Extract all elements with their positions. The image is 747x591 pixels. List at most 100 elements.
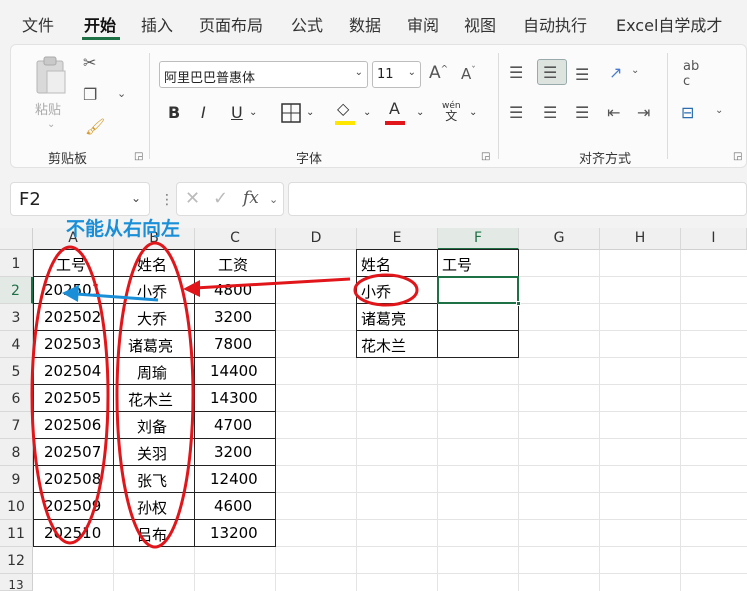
cut-icon[interactable]: ✂ bbox=[83, 53, 96, 72]
cell-c6[interactable]: 14300 bbox=[210, 389, 258, 407]
cell-b1[interactable]: 姓名 bbox=[137, 254, 167, 275]
column-header-f[interactable]: F bbox=[438, 228, 519, 250]
dialog-launcher-icon[interactable]: ◲ bbox=[733, 151, 742, 162]
row-header-5[interactable]: 5 bbox=[0, 358, 33, 385]
row-header-13[interactable]: 13 bbox=[0, 574, 33, 591]
cell-e4[interactable]: 花木兰 bbox=[361, 335, 406, 356]
paste-label[interactable]: 粘贴 bbox=[35, 99, 61, 118]
chevron-down-icon[interactable]: ⌄ bbox=[363, 107, 371, 118]
menu-insert[interactable]: 插入 bbox=[141, 12, 173, 36]
cell-b6[interactable]: 花木兰 bbox=[128, 389, 173, 410]
font-name-select[interactable]: 阿里巴巴普惠体 ⌄ bbox=[159, 61, 368, 88]
menu-view[interactable]: 视图 bbox=[464, 12, 496, 36]
menu-review[interactable]: 审阅 bbox=[407, 12, 439, 36]
row-header-8[interactable]: 8 bbox=[0, 439, 33, 466]
chevron-down-icon[interactable]: ⌄ bbox=[715, 105, 723, 116]
cell-b7[interactable]: 刘备 bbox=[137, 416, 167, 437]
cell-c11[interactable]: 13200 bbox=[210, 524, 258, 542]
copy-icon[interactable]: ❐ bbox=[83, 85, 97, 104]
column-header-h[interactable]: H bbox=[600, 228, 681, 250]
cell-b2[interactable]: 小乔 bbox=[137, 281, 167, 302]
paste-icon[interactable] bbox=[33, 55, 69, 95]
increase-font-icon[interactable]: A^ bbox=[429, 63, 448, 83]
bold-icon[interactable]: B bbox=[168, 103, 180, 122]
chevron-down-icon[interactable]: ⌄ bbox=[631, 65, 639, 76]
fill-color-icon[interactable]: ◇ bbox=[337, 99, 349, 118]
cell-c4[interactable]: 7800 bbox=[214, 335, 252, 353]
decrease-indent-icon[interactable]: ⇤ bbox=[607, 103, 620, 122]
align-bottom-icon[interactable]: ☰ bbox=[575, 65, 589, 84]
cell-e2[interactable]: 小乔 bbox=[361, 281, 391, 302]
column-header-c[interactable]: C bbox=[195, 228, 276, 250]
chevron-down-icon[interactable]: ⌄ bbox=[117, 87, 126, 100]
row-header-1[interactable]: 1 bbox=[0, 250, 33, 277]
font-size-select[interactable]: 11 ⌄ bbox=[372, 61, 421, 88]
menu-data[interactable]: 数据 bbox=[349, 12, 381, 36]
orientation-icon[interactable]: ↗ bbox=[609, 63, 622, 82]
cell-a11[interactable]: 202510 bbox=[44, 524, 101, 542]
cell-b5[interactable]: 周瑜 bbox=[137, 362, 167, 383]
cell-a5[interactable]: 202504 bbox=[44, 362, 101, 380]
merge-cells-icon[interactable]: ⊟ bbox=[681, 103, 694, 122]
wrap-text-icon[interactable]: ab c bbox=[683, 59, 699, 89]
align-top-icon[interactable]: ☰ bbox=[509, 63, 523, 82]
cell-c2[interactable]: 4800 bbox=[214, 281, 252, 299]
cell-e1[interactable]: 姓名 bbox=[361, 254, 391, 275]
fill-handle[interactable] bbox=[516, 301, 521, 306]
menu-file[interactable]: 文件 bbox=[22, 12, 54, 36]
select-all-corner[interactable] bbox=[0, 228, 33, 250]
row-header-10[interactable]: 10 bbox=[0, 493, 33, 520]
column-header-d[interactable]: D bbox=[276, 228, 357, 250]
more-options-icon[interactable]: ⋮ bbox=[160, 192, 174, 208]
chevron-down-icon[interactable]: ⌄ bbox=[306, 107, 314, 118]
formula-input[interactable] bbox=[288, 182, 747, 216]
chevron-down-icon[interactable]: ⌄ bbox=[249, 107, 257, 118]
cell-a4[interactable]: 202503 bbox=[44, 335, 101, 353]
format-painter-icon[interactable]: 🖌 bbox=[85, 117, 105, 136]
cell-c5[interactable]: 14400 bbox=[210, 362, 258, 380]
font-color-icon[interactable]: A bbox=[389, 99, 400, 118]
phonetic-icon[interactable]: wén 文 bbox=[442, 101, 461, 123]
name-box[interactable]: F2 ⌄ bbox=[10, 182, 150, 216]
dialog-launcher-icon[interactable]: ◲ bbox=[134, 151, 143, 162]
cell-b10[interactable]: 孙权 bbox=[137, 497, 167, 518]
chevron-down-icon[interactable]: ⌄ bbox=[47, 119, 55, 130]
chevron-down-icon[interactable]: ⌄ bbox=[469, 107, 477, 118]
row-header-12[interactable]: 12 bbox=[0, 547, 33, 574]
dialog-launcher-icon[interactable]: ◲ bbox=[481, 151, 490, 162]
cell-c10[interactable]: 4600 bbox=[214, 497, 252, 515]
cell-b11[interactable]: 吕布 bbox=[137, 524, 167, 545]
cell-c7[interactable]: 4700 bbox=[214, 416, 252, 434]
column-header-g[interactable]: G bbox=[519, 228, 600, 250]
italic-icon[interactable]: I bbox=[201, 103, 206, 122]
cell-e3[interactable]: 诸葛亮 bbox=[361, 308, 406, 329]
chevron-down-icon[interactable]: ⌄ bbox=[269, 193, 278, 206]
cell-b4[interactable]: 诸葛亮 bbox=[128, 335, 173, 356]
menu-page-layout[interactable]: 页面布局 bbox=[199, 12, 263, 36]
column-header-e[interactable]: E bbox=[357, 228, 438, 250]
align-center-icon[interactable]: ☰ bbox=[543, 103, 557, 122]
underline-icon[interactable]: U bbox=[231, 103, 243, 122]
confirm-icon[interactable]: ✓ bbox=[213, 188, 228, 209]
borders-icon[interactable] bbox=[281, 103, 301, 123]
menu-home[interactable]: 开始 bbox=[84, 12, 116, 36]
cell-b8[interactable]: 关羽 bbox=[137, 443, 167, 464]
chevron-down-icon[interactable]: ⌄ bbox=[131, 191, 141, 205]
row-header-9[interactable]: 9 bbox=[0, 466, 33, 493]
align-middle-icon[interactable]: ☰ bbox=[543, 63, 557, 82]
menu-formulas[interactable]: 公式 bbox=[291, 12, 323, 36]
cell-a8[interactable]: 202507 bbox=[44, 443, 101, 461]
decrease-font-icon[interactable]: Aˇ bbox=[461, 65, 476, 83]
cell-c1[interactable]: 工资 bbox=[218, 254, 248, 275]
row-header-11[interactable]: 11 bbox=[0, 520, 33, 547]
increase-indent-icon[interactable]: ⇥ bbox=[637, 103, 650, 122]
cell-a7[interactable]: 202506 bbox=[44, 416, 101, 434]
cell-c8[interactable]: 3200 bbox=[214, 443, 252, 461]
insert-function-icon[interactable]: fx bbox=[243, 188, 259, 208]
row-header-4[interactable]: 4 bbox=[0, 331, 33, 358]
menu-excel-self-study[interactable]: Excel自学成才 bbox=[616, 12, 722, 36]
cell-b3[interactable]: 大乔 bbox=[137, 308, 167, 329]
align-left-icon[interactable]: ☰ bbox=[509, 103, 523, 122]
menu-automate[interactable]: 自动执行 bbox=[523, 12, 587, 36]
cell-b9[interactable]: 张飞 bbox=[137, 470, 167, 491]
